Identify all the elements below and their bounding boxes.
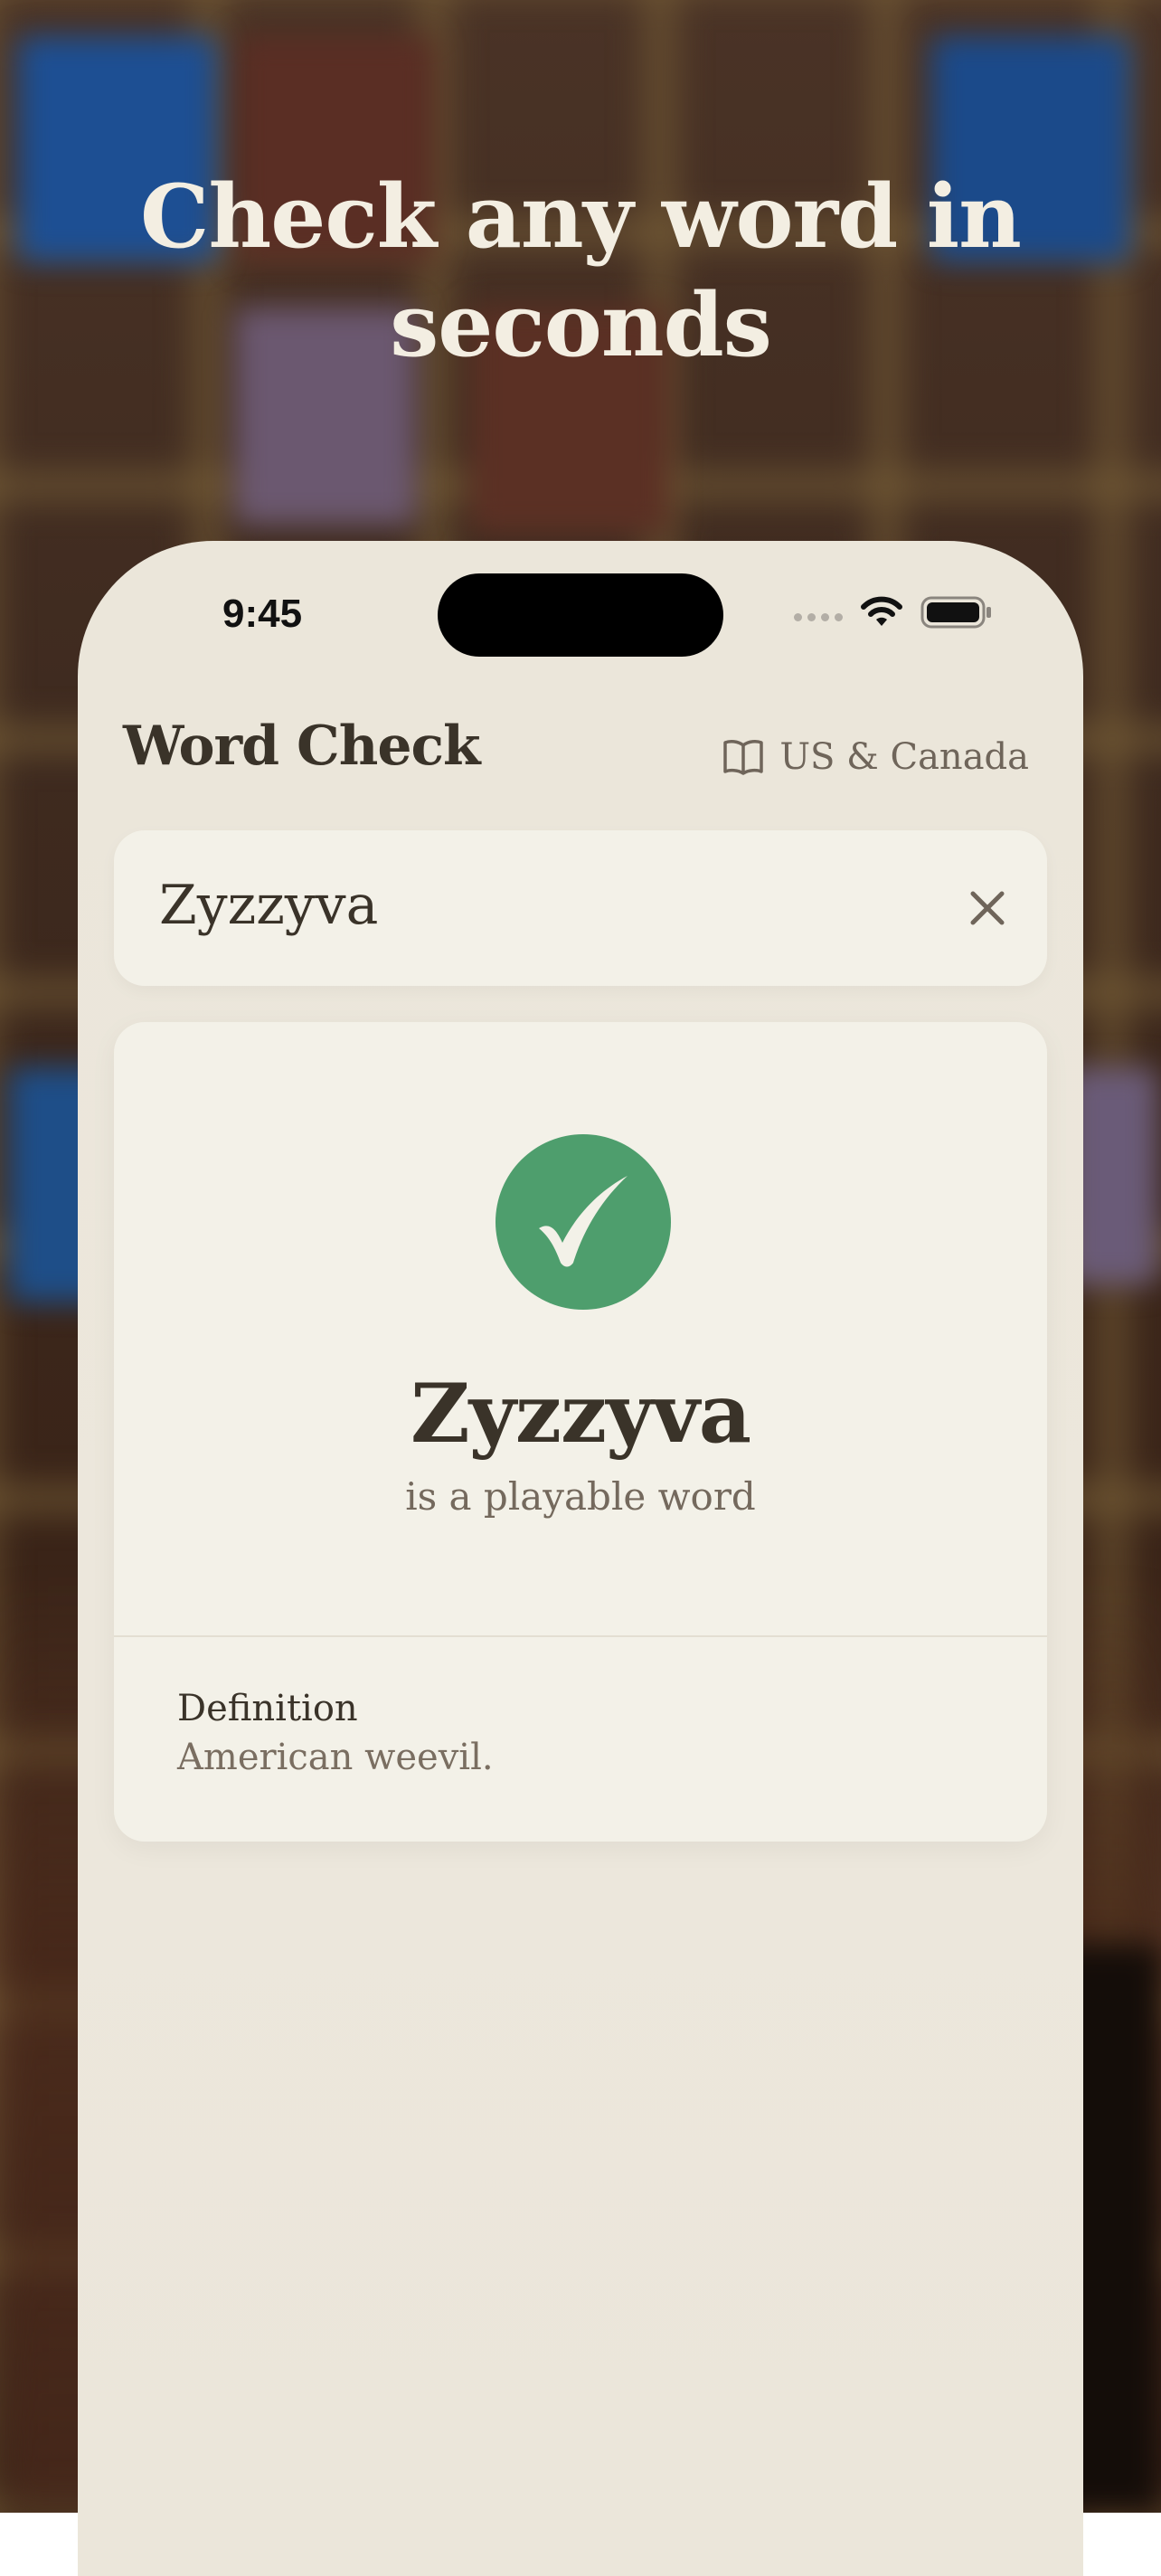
phone-frame: 9:45 Word Check US & Canada Zyzzyva Zyzz…: [78, 541, 1083, 2576]
dynamic-island: [438, 573, 723, 657]
result-word: Zyzzyva: [410, 1366, 751, 1462]
region-label: US & Canada: [779, 736, 1029, 778]
result-verdict: is a playable word: [405, 1474, 756, 1519]
status-time: 9:45: [222, 592, 303, 636]
checkmark-icon: [496, 1134, 671, 1310]
status-indicators: [794, 595, 993, 630]
divider: [114, 1635, 1047, 1637]
app-title: Word Check: [123, 715, 481, 778]
book-open-icon: [723, 740, 764, 775]
promo-headline: Check any word in seconds: [140, 166, 1022, 376]
definition-text: American weevil.: [177, 1737, 494, 1778]
search-value[interactable]: Zyzzyva: [159, 874, 378, 937]
region-selector[interactable]: US & Canada: [722, 736, 1029, 778]
definition-label: Definition: [177, 1688, 358, 1729]
battery-icon: [920, 596, 991, 629]
cellular-signal-icon: [794, 612, 843, 621]
result-card: Zyzzyva is a playable word Definition Am…: [114, 1022, 1047, 1842]
search-input[interactable]: Zyzzyva: [114, 830, 1047, 986]
close-icon[interactable]: [964, 885, 1011, 932]
wifi-icon: [861, 596, 902, 626]
